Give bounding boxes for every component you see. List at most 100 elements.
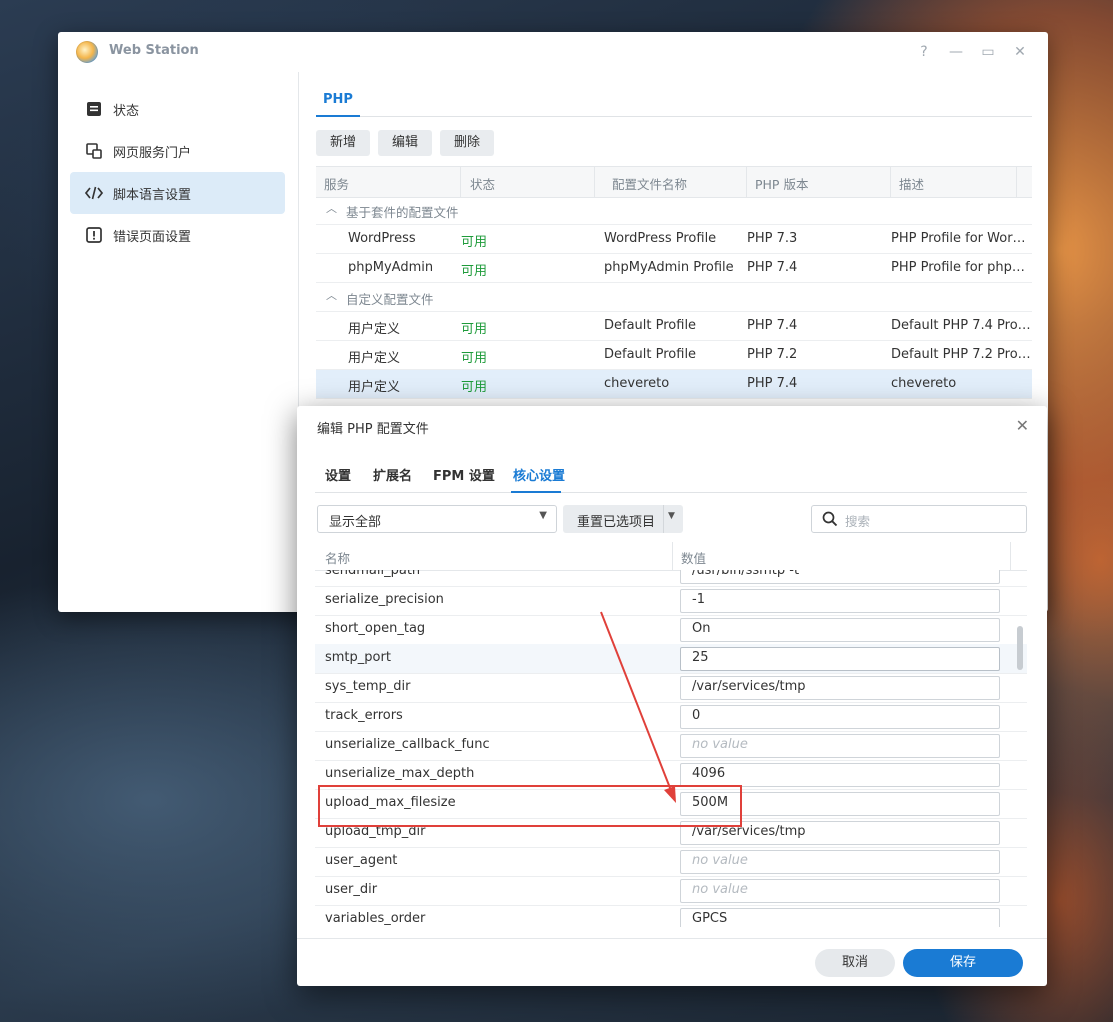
setting-row[interactable]: user_dir no value — [315, 876, 1027, 906]
column-divider — [746, 167, 747, 197]
setting-row[interactable]: variables_order GPCS — [315, 905, 1027, 927]
setting-value-placeholder: no value — [692, 882, 748, 897]
cell-description: PHP Profile for php… — [891, 260, 1025, 275]
tab-fpm-settings[interactable]: FPM 设置 — [433, 465, 495, 484]
footer-divider — [297, 938, 1047, 939]
close-icon[interactable]: ✕ — [1016, 416, 1029, 435]
code-icon — [84, 186, 104, 200]
setting-value-input[interactable]: /var/services/tmp — [680, 821, 1000, 845]
reset-selected-button[interactable]: 重置已选项目 ▼ — [563, 505, 683, 533]
setting-value-input[interactable]: 25 — [680, 647, 1000, 671]
setting-row[interactable]: sys_temp_dir /var/services/tmp — [315, 673, 1027, 703]
caret-down-icon[interactable]: ▼ — [668, 511, 675, 521]
table-row[interactable]: WordPress 可用 WordPress Profile PHP 7.3 P… — [316, 225, 1032, 254]
delete-button[interactable]: 删除 — [440, 130, 495, 156]
setting-key: sendmail_path — [325, 570, 421, 578]
filter-select[interactable]: 显示全部 ▼ — [317, 505, 557, 533]
dialog-title: 编辑 PHP 配置文件 — [317, 422, 429, 437]
cell-service: phpMyAdmin — [348, 260, 434, 275]
cell-version: PHP 7.3 — [747, 231, 798, 246]
table-row[interactable]: 用户定义 可用 Default Profile PHP 7.4 Default … — [316, 312, 1032, 341]
setting-value: /var/services/tmp — [692, 679, 806, 694]
group-row-custom[interactable]: ︿ 自定义配置文件 — [316, 283, 1032, 312]
setting-row[interactable]: track_errors 0 — [315, 702, 1027, 732]
column-header[interactable]: PHP 版本 — [755, 174, 808, 193]
setting-value: 4096 — [692, 766, 726, 781]
status-icon — [87, 102, 101, 116]
cell-version: PHP 7.2 — [747, 347, 798, 362]
setting-row[interactable]: smtp_port 25 — [315, 644, 1027, 674]
table-row-selected[interactable]: 用户定义 可用 chevereto PHP 7.4 chevereto — [316, 370, 1032, 399]
column-header[interactable]: 配置文件名称 — [612, 174, 687, 193]
group-row-package[interactable]: ︿ 基于套件的配置文件 — [316, 196, 1032, 225]
setting-row[interactable]: sendmail_path /usr/bin/ssmtp -t — [315, 570, 1027, 587]
edit-button[interactable]: 编辑 — [378, 130, 433, 156]
search-input[interactable]: 搜索 — [811, 505, 1027, 533]
chevron-up-icon[interactable]: ︿ — [326, 200, 337, 216]
close-icon[interactable]: ✕ — [1010, 42, 1030, 62]
app-title: Web Station — [109, 43, 199, 58]
setting-value-input[interactable]: 4096 — [680, 763, 1000, 787]
setting-value-input[interactable]: /var/services/tmp — [680, 676, 1000, 700]
cancel-button[interactable]: 取消 — [815, 949, 895, 977]
column-header[interactable]: 状态 — [470, 174, 495, 193]
search-icon — [822, 511, 838, 527]
cell-profile: Default Profile — [604, 318, 697, 333]
cell-description: Default PHP 7.4 Pro… — [891, 318, 1031, 333]
setting-key: user_dir — [325, 882, 378, 897]
setting-row[interactable]: short_open_tag On — [315, 615, 1027, 645]
column-header[interactable]: 数值 — [681, 548, 706, 567]
save-button[interactable]: 保存 — [903, 949, 1023, 977]
title-bar[interactable]: Web Station ? — ▭ ✕ — [58, 32, 1048, 72]
column-header[interactable]: 服务 — [324, 174, 349, 193]
setting-value-input[interactable]: no value — [680, 879, 1000, 903]
help-icon[interactable]: ? — [914, 42, 934, 62]
sidebar-item-web-portal[interactable]: 网页服务门户 — [70, 130, 285, 172]
sidebar-item-error-page[interactable]: 错误页面设置 — [70, 214, 285, 256]
setting-row[interactable]: unserialize_max_depth 4096 — [315, 760, 1027, 790]
setting-key: unserialize_callback_func — [325, 737, 490, 752]
setting-row[interactable]: serialize_precision -1 — [315, 586, 1027, 616]
profile-table-header: 服务 状态 配置文件名称 PHP 版本 描述 — [316, 166, 1032, 198]
column-header[interactable]: 描述 — [899, 174, 924, 193]
table-row[interactable]: 用户定义 可用 Default Profile PHP 7.2 Default … — [316, 341, 1032, 370]
setting-row-upload-max-filesize[interactable]: upload_max_filesize 500M — [315, 789, 1027, 819]
setting-value-input[interactable]: /usr/bin/ssmtp -t — [680, 570, 1000, 584]
portal-icon — [86, 143, 102, 159]
tab-php[interactable]: PHP — [323, 92, 353, 107]
cell-version: PHP 7.4 — [747, 260, 798, 275]
setting-row[interactable]: upload_tmp_dir /var/services/tmp — [315, 818, 1027, 848]
setting-row[interactable]: user_agent no value — [315, 847, 1027, 877]
add-button[interactable]: 新增 — [316, 130, 371, 156]
setting-value: /var/services/tmp — [692, 824, 806, 839]
tab-extensions[interactable]: 扩展名 — [373, 465, 412, 484]
group-label: 基于套件的配置文件 — [346, 205, 459, 220]
cell-version: PHP 7.4 — [747, 318, 798, 333]
chevron-up-icon[interactable]: ︿ — [326, 287, 337, 303]
maximize-icon[interactable]: ▭ — [978, 42, 998, 62]
setting-key: short_open_tag — [325, 621, 426, 636]
table-row[interactable]: phpMyAdmin 可用 phpMyAdmin Profile PHP 7.4… — [316, 254, 1032, 283]
setting-value-input[interactable]: 0 — [680, 705, 1000, 729]
tab-settings[interactable]: 设置 — [325, 465, 351, 484]
setting-value-input[interactable]: no value — [680, 850, 1000, 874]
minimize-icon[interactable]: — — [946, 42, 966, 62]
sidebar-item-status[interactable]: 状态 — [70, 88, 285, 130]
setting-value-placeholder: no value — [692, 853, 748, 868]
setting-value-input[interactable]: GPCS — [680, 908, 1000, 927]
setting-row[interactable]: unserialize_callback_func no value — [315, 731, 1027, 761]
setting-key: smtp_port — [325, 650, 391, 665]
setting-value-input[interactable]: no value — [680, 734, 1000, 758]
setting-value-input[interactable]: On — [680, 618, 1000, 642]
column-header[interactable]: 名称 — [325, 548, 350, 567]
setting-value-input[interactable]: 500M — [680, 792, 1000, 816]
scrollbar-thumb[interactable] — [1017, 626, 1023, 670]
setting-value-placeholder: no value — [692, 737, 748, 752]
setting-key: serialize_precision — [325, 592, 444, 607]
column-divider — [672, 542, 673, 570]
cell-service: 用户定义 — [348, 351, 401, 366]
cell-status: 可用 — [461, 235, 488, 250]
sidebar-item-script-language[interactable]: 脚本语言设置 — [70, 172, 285, 214]
setting-value-input[interactable]: -1 — [680, 589, 1000, 613]
tab-core-settings[interactable]: 核心设置 — [513, 465, 565, 484]
